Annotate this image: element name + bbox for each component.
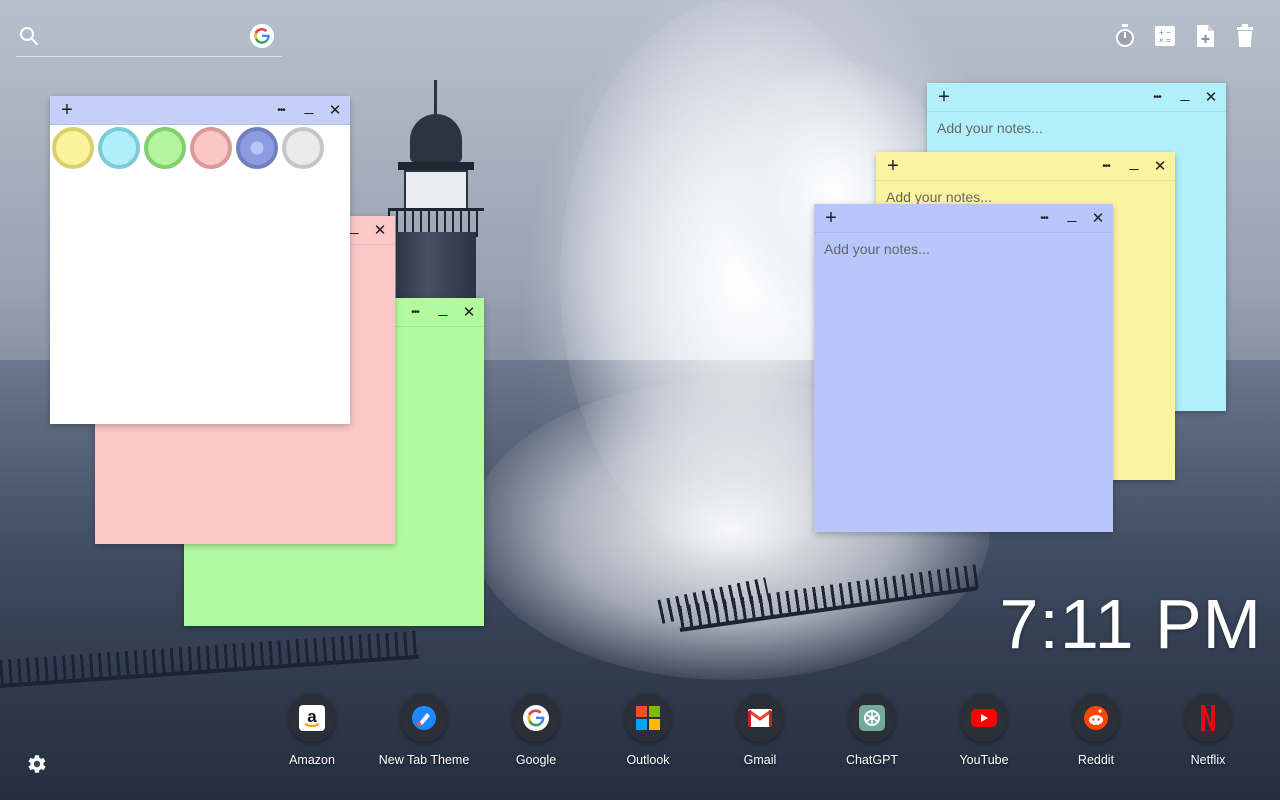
swatch-cyan[interactable] (98, 127, 140, 169)
more-icon: ••• (411, 306, 419, 318)
search-icon[interactable] (19, 26, 39, 46)
shortcut-label: YouTube (959, 753, 1009, 767)
gmail-icon (736, 694, 784, 742)
minimize-note-button[interactable]: _ (296, 96, 322, 124)
add-note-button[interactable]: + (931, 83, 957, 111)
reddit-icon (1072, 694, 1120, 742)
settings-gear-icon[interactable] (24, 752, 48, 776)
shortcut-netflix[interactable]: Netflix (1152, 694, 1264, 767)
amazon-icon: a (288, 694, 336, 742)
svg-text:a: a (307, 707, 317, 726)
note-menu-button[interactable]: ••• (402, 298, 428, 326)
shortcut-label: Amazon (289, 753, 335, 767)
svg-text:× =: × = (1159, 36, 1171, 45)
swatch-yellow[interactable] (52, 127, 94, 169)
shortcut-outlook[interactable]: Outlook (592, 694, 704, 767)
close-note-button[interactable]: ✕ (456, 298, 482, 326)
more-icon: ••• (277, 104, 285, 116)
add-note-button[interactable]: + (818, 204, 844, 232)
shortcut-gmail[interactable]: Gmail (704, 694, 816, 767)
close-icon: ✕ (1204, 89, 1218, 106)
minimize-icon: _ (438, 300, 448, 317)
sticky-note-white[interactable]: + ••• _ ✕ (50, 96, 350, 424)
chatgpt-icon (848, 694, 896, 742)
note-textarea[interactable] (50, 171, 350, 421)
swatch-green[interactable] (144, 127, 186, 169)
minimize-icon: _ (349, 218, 359, 235)
shortcut-label: Google (515, 753, 557, 767)
shortcut-label: Netflix (1190, 753, 1226, 767)
calculator-icon[interactable]: + − × = (1154, 24, 1176, 48)
minimize-icon: _ (304, 98, 314, 115)
more-icon: ••• (1102, 160, 1110, 172)
shortcut-label: Outlook (626, 753, 670, 767)
shortcut-label: Reddit (1077, 753, 1115, 767)
plus-icon: + (825, 206, 837, 229)
minimize-icon: _ (1129, 154, 1139, 171)
note-header[interactable]: + ••• _ ✕ (814, 204, 1113, 233)
shortcut-reddit[interactable]: Reddit (1040, 694, 1152, 767)
minimize-note-button[interactable]: _ (1172, 83, 1198, 111)
minimize-icon: _ (1180, 85, 1190, 102)
minimize-note-button[interactable]: _ (1059, 204, 1085, 232)
shortcut-google[interactable]: Google (480, 694, 592, 767)
toolbar: + − × = (1114, 24, 1256, 48)
shortcut-label: New Tab Theme (378, 753, 470, 767)
netflix-icon (1184, 694, 1232, 742)
color-palette (50, 125, 350, 171)
timer-icon[interactable] (1114, 24, 1136, 48)
minimize-icon: _ (1067, 206, 1077, 223)
trash-icon[interactable] (1234, 24, 1256, 48)
shortcut-new-tab-theme[interactable]: New Tab Theme (368, 694, 480, 767)
new-tab-theme-icon (400, 694, 448, 742)
add-note-button[interactable]: + (54, 96, 80, 124)
close-icon: ✕ (462, 304, 476, 321)
note-textarea[interactable] (814, 233, 1113, 532)
search-input[interactable] (50, 24, 254, 50)
minimize-note-button[interactable]: _ (430, 298, 456, 326)
more-icon: ••• (1153, 91, 1161, 103)
google-icon (512, 694, 560, 742)
close-icon: ✕ (1091, 210, 1105, 227)
close-note-button[interactable]: ✕ (367, 216, 393, 244)
note-menu-button[interactable]: ••• (268, 96, 294, 124)
shortcut-label: ChatGPT (845, 753, 899, 767)
clock: 7:11 PM (999, 585, 1262, 663)
swatch-blue-selected[interactable] (236, 127, 278, 169)
plus-icon: + (61, 98, 73, 121)
swatch-gray[interactable] (282, 127, 324, 169)
plus-icon: + (887, 154, 899, 177)
note-menu-button[interactable]: ••• (1031, 204, 1057, 232)
minimize-note-button[interactable]: _ (1121, 152, 1147, 180)
outlook-icon (624, 694, 672, 742)
shortcut-amazon[interactable]: a Amazon (256, 694, 368, 767)
sticky-note-blue[interactable]: + ••• _ ✕ (814, 204, 1113, 532)
close-icon: ✕ (1153, 158, 1167, 175)
youtube-icon (960, 694, 1008, 742)
google-search-icon[interactable] (250, 24, 274, 48)
close-note-button[interactable]: ✕ (1147, 152, 1173, 180)
note-header[interactable]: + ••• _ ✕ (50, 96, 350, 125)
plus-icon: + (938, 85, 950, 108)
shortcut-youtube[interactable]: YouTube (928, 694, 1040, 767)
close-note-button[interactable]: ✕ (1198, 83, 1224, 111)
note-menu-button[interactable]: ••• (1144, 83, 1170, 111)
more-icon: ••• (1040, 212, 1048, 224)
shortcut-bar: a Amazon New Tab Theme Google Outlook Gm… (256, 694, 1264, 767)
shortcut-chatgpt[interactable]: ChatGPT (816, 694, 928, 767)
shortcut-label: Gmail (743, 753, 777, 767)
add-note-button[interactable]: + (880, 152, 906, 180)
note-header[interactable]: + ••• _ ✕ (927, 83, 1226, 112)
add-note-icon[interactable] (1194, 24, 1216, 48)
close-note-button[interactable]: ✕ (1085, 204, 1111, 232)
note-header[interactable]: + ••• _ ✕ (876, 152, 1175, 181)
search-bar (16, 18, 282, 57)
close-note-button[interactable]: ✕ (322, 96, 348, 124)
swatch-pink[interactable] (190, 127, 232, 169)
note-menu-button[interactable]: ••• (1093, 152, 1119, 180)
close-icon: ✕ (328, 102, 342, 119)
close-icon: ✕ (373, 222, 387, 239)
